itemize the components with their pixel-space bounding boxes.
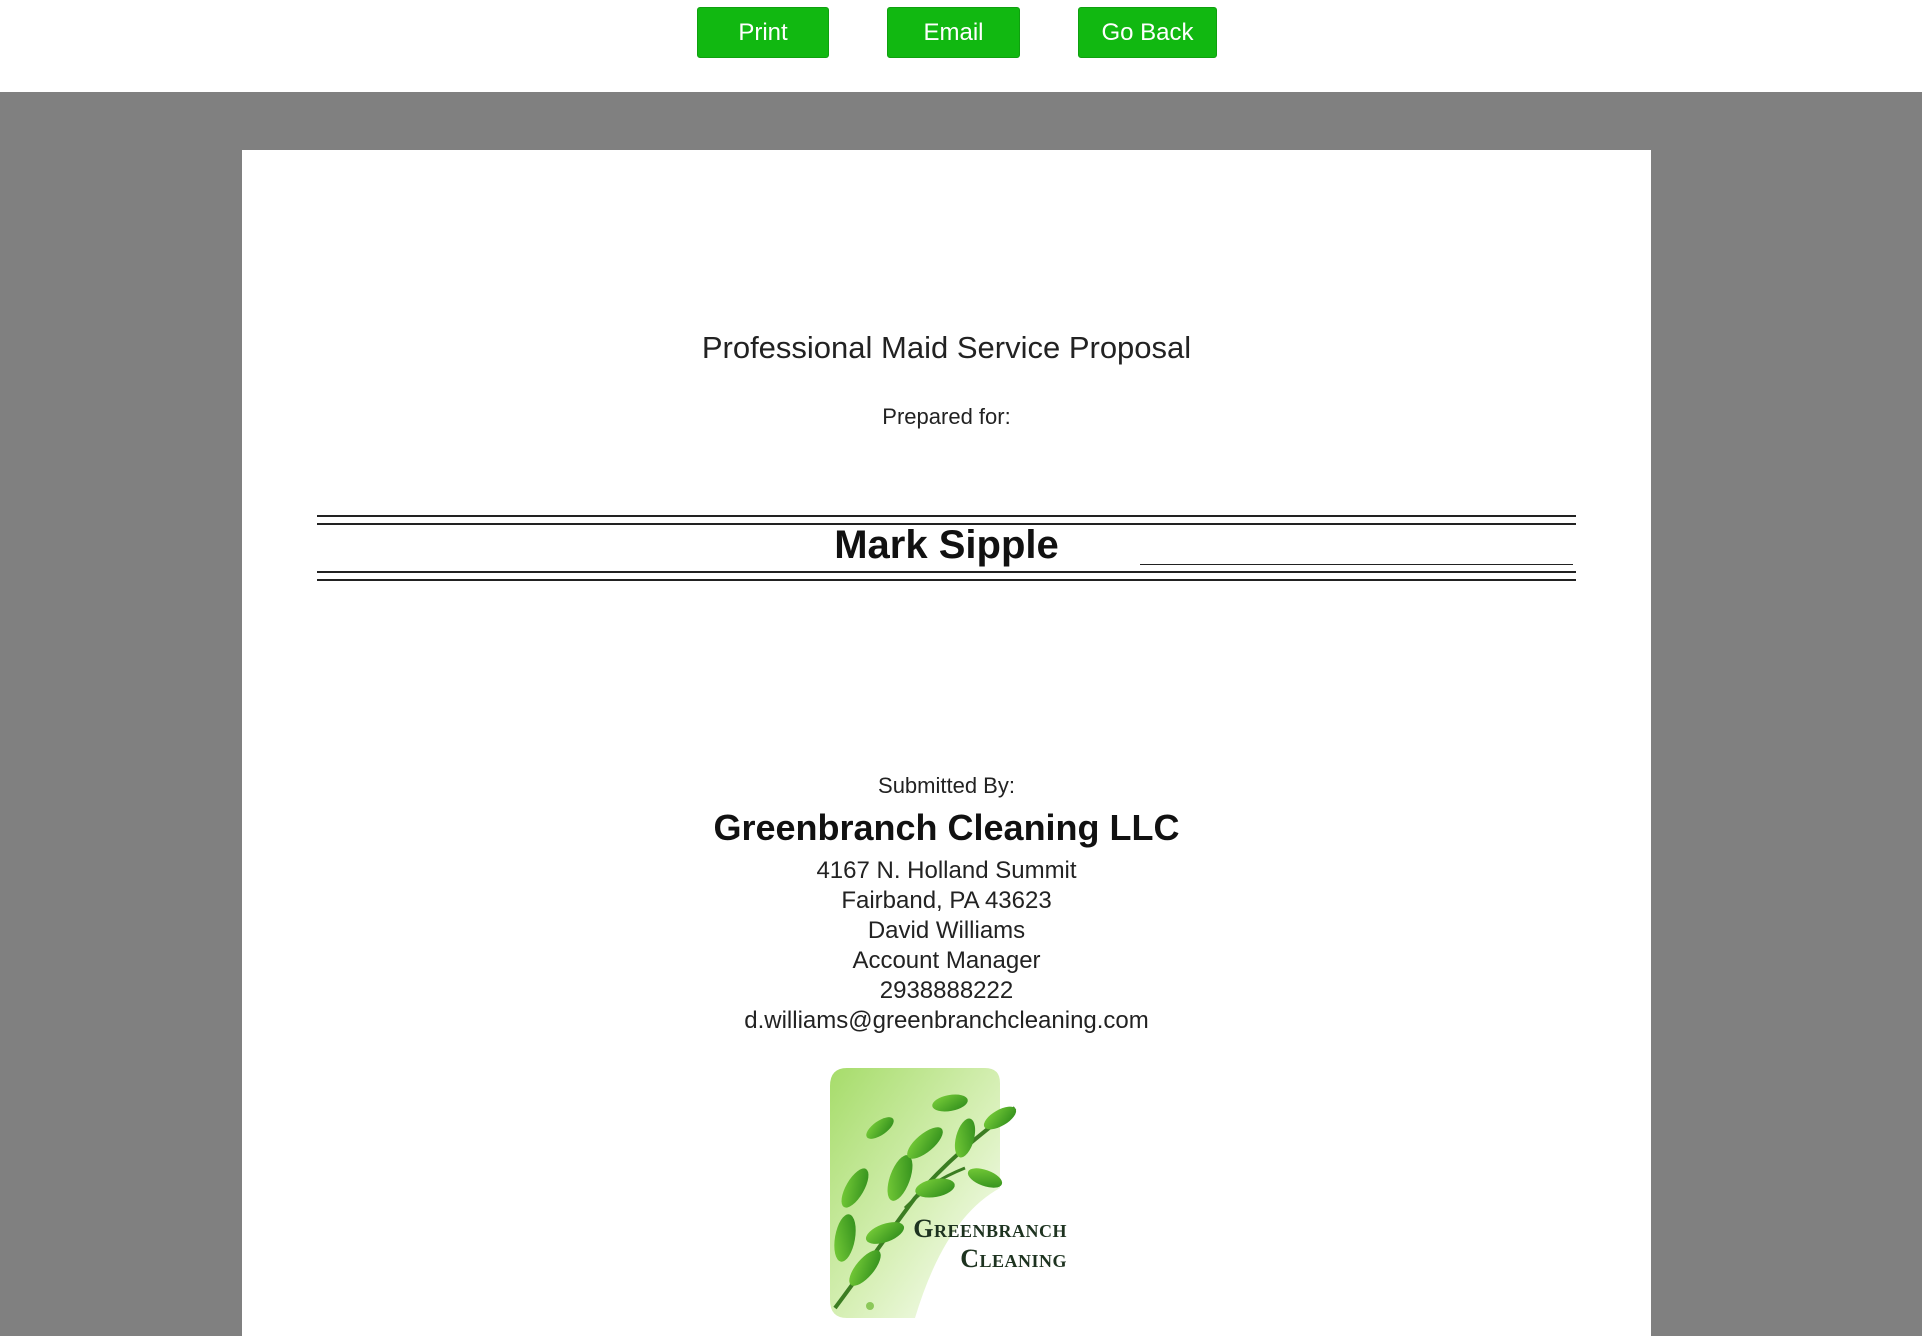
company-name: Greenbranch Cleaning LLC (713, 807, 1180, 848)
client-name: Mark Sipple (834, 523, 1059, 567)
divider-line (317, 515, 1576, 517)
email-button[interactable]: Email (887, 7, 1020, 58)
address-line-1: 4167 N. Holland Summit (816, 857, 1077, 884)
leaf-branch-icon (830, 1068, 1017, 1318)
proposal-page: Professional Maid Service Proposal Prepa… (242, 150, 1651, 1336)
contact-phone: 2938888222 (879, 977, 1014, 1004)
logo-text-line-1: Greenbranch (913, 1214, 1067, 1243)
toolbar: Print Email Go Back (0, 0, 1922, 92)
company-logo: Greenbranch Cleaning (825, 1068, 1115, 1318)
contact-title: Account Manager (852, 947, 1041, 974)
document-title: Professional Maid Service Proposal (701, 330, 1192, 365)
document-viewer[interactable]: Professional Maid Service Proposal Prepa… (0, 92, 1922, 1336)
print-button[interactable]: Print (697, 7, 829, 58)
go-back-button[interactable]: Go Back (1078, 7, 1217, 58)
divider-line (317, 571, 1576, 573)
submitted-by-label: Submitted By: (878, 773, 1015, 798)
contact-name: David Williams (867, 917, 1026, 944)
logo-text-line-2: Cleaning (960, 1244, 1067, 1273)
divider-line (317, 579, 1576, 581)
address-line-2: Fairband, PA 43623 (841, 887, 1052, 914)
prepared-for-label: Prepared for: (882, 404, 1011, 429)
contact-email: d.williams@greenbranchcleaning.com (744, 1007, 1149, 1034)
